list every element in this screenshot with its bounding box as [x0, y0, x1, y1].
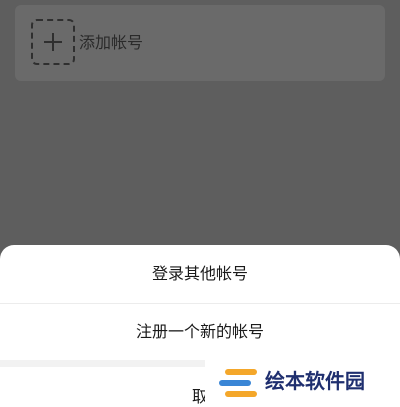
login-other-account-button[interactable]: 登录其他帐号: [0, 245, 400, 303]
add-account-box[interactable]: [31, 19, 75, 65]
screen: 添加帐号 登录其他帐号 注册一个新的帐号 取 绘本软件园: [0, 0, 400, 407]
plus-icon: [33, 21, 73, 63]
add-account-card[interactable]: 添加帐号: [15, 5, 385, 81]
add-account-label: 添加帐号: [79, 33, 144, 52]
register-new-account-button[interactable]: 注册一个新的帐号: [0, 304, 400, 360]
watermark: 绘本软件园: [205, 355, 400, 407]
watermark-logo-icon: [219, 369, 257, 397]
watermark-text: 绘本软件园: [265, 369, 365, 393]
